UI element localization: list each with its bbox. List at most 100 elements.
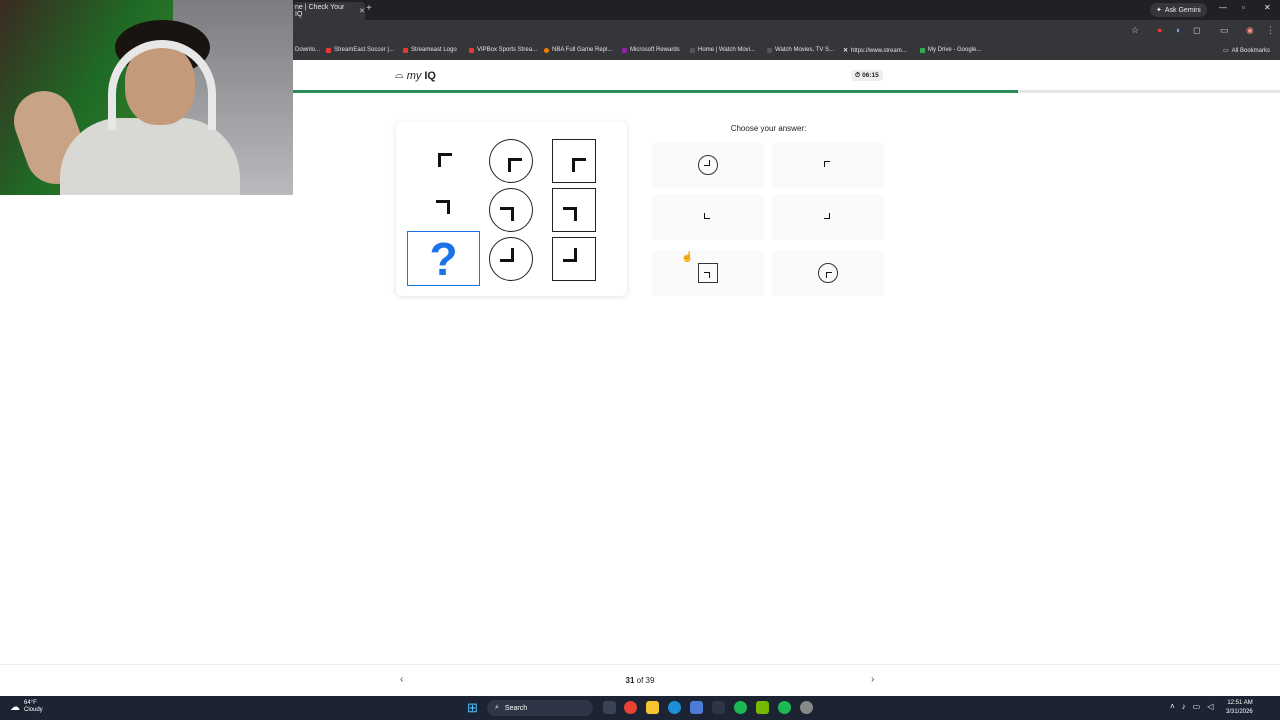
bookmark-item[interactable]: StreamEast Soccer |... — [326, 47, 394, 53]
myiq-logo[interactable]: ⌓ my IQ — [395, 69, 436, 82]
edge-icon[interactable] — [668, 701, 681, 714]
question-total: of 39 — [634, 676, 655, 685]
answer-option[interactable] — [652, 194, 764, 240]
answer-option[interactable] — [772, 142, 884, 188]
folder-icon: ▭ — [1223, 48, 1229, 54]
matrix-cell-circle — [488, 138, 534, 184]
close-window-icon[interactable]: ✕ — [1264, 3, 1271, 12]
windows-taskbar: ☁ 64°F Cloudy ⊞ ⌕ Search ˄ ♪ ▭ ◁ 12:51 A… — [0, 696, 1280, 720]
system-tray: ˄ ♪ ▭ ◁ — [1170, 702, 1213, 711]
corner-stroke — [500, 248, 514, 262]
bookmark-item[interactable]: ✕ https://www.stream... — [843, 47, 907, 55]
bookmark-favicon-icon — [403, 47, 408, 53]
chevron-up-icon[interactable]: ˄ — [1170, 702, 1175, 711]
answer-circle-shape — [698, 155, 718, 175]
bookmark-item[interactable]: Home | Watch Movi... — [690, 47, 755, 53]
answer-line-shape — [704, 213, 712, 221]
corner-stroke — [438, 153, 452, 167]
hand-cursor-icon: ☝ — [681, 252, 694, 263]
microphone-icon[interactable]: ♪ — [1182, 702, 1186, 711]
system-clock[interactable]: 12:51 AM 3/31/2026 — [1226, 699, 1253, 717]
bookmark-item[interactable]: Streameast Logo — [403, 47, 457, 53]
answer-line-shape — [824, 161, 832, 169]
bookmark-favicon-icon — [469, 47, 474, 53]
task-view-icon[interactable] — [603, 701, 616, 714]
extension-icon[interactable]: ● — [1157, 25, 1162, 35]
ask-gemini-label: Ask Gemini — [1164, 6, 1201, 14]
matrix-cell-line — [421, 185, 467, 231]
corner-stroke — [563, 248, 577, 262]
answer-option[interactable] — [772, 194, 884, 240]
menu-icon[interactable]: ⋮ — [1266, 25, 1275, 36]
sparkle-icon: ✦ — [1156, 7, 1162, 14]
all-bookmarks-button[interactable]: ▭ All Bookmarks — [1223, 47, 1270, 55]
answer-line-shape — [824, 213, 832, 221]
browser-tab[interactable]: ne | Check Your IQ ✕ — [293, 2, 365, 20]
app-icon[interactable] — [800, 701, 813, 714]
bookmark-item[interactable]: NBA Full Game Repl... — [544, 47, 612, 53]
profile-icon[interactable]: ◉ — [1246, 25, 1254, 36]
bookmark-item[interactable]: Downlo... — [295, 47, 320, 53]
bookmark-favicon-icon — [326, 47, 331, 53]
taskbar-search[interactable]: ⌕ Search — [487, 700, 593, 716]
bookmark-favicon-icon — [622, 47, 627, 53]
search-label: Search — [504, 704, 528, 712]
spotify-icon[interactable] — [778, 701, 791, 714]
weather-widget[interactable]: ☁ 64°F Cloudy — [10, 700, 43, 714]
answer-option[interactable] — [652, 250, 764, 296]
weather-condition: Cloudy — [24, 707, 43, 713]
search-icon: ⌕ — [495, 704, 499, 711]
x-icon: ✕ — [843, 48, 849, 54]
audio-icon[interactable]: ◖ — [1175, 25, 1180, 35]
chrome-icon[interactable] — [624, 701, 637, 714]
star-icon[interactable]: ☆ — [1131, 25, 1139, 36]
spotify-icon[interactable] — [734, 701, 747, 714]
volume-icon[interactable]: ◁ — [1207, 702, 1213, 711]
maximize-icon[interactable]: ▫ — [1242, 3, 1245, 12]
stopwatch-icon: ⏱ — [855, 71, 861, 79]
minimize-icon[interactable]: — — [1219, 3, 1227, 12]
bookmark-item[interactable]: My Drive - Google... — [920, 47, 981, 53]
bookmark-item[interactable]: VIPBox Sports Strea... — [469, 47, 537, 53]
answer-option[interactable] — [652, 142, 764, 188]
clock-time: 12:51 AM — [1227, 700, 1253, 706]
progress-bar-fill — [293, 90, 1019, 93]
ask-gemini-button[interactable]: ✦ Ask Gemini — [1150, 3, 1207, 17]
cloudy-weather-icon: ☁ — [10, 701, 20, 713]
matrix-cell-square — [551, 138, 597, 184]
matrix-cell-square — [551, 187, 597, 233]
bookmark-item[interactable]: Watch Movies, TV S... — [767, 47, 834, 53]
bookmark-favicon-icon — [767, 47, 772, 53]
sidepanel-icon[interactable]: ▭ — [1220, 25, 1229, 36]
progress-bar — [293, 90, 1280, 93]
previous-question-button[interactable]: ‹ — [400, 674, 403, 685]
weather-temperature: 64°F — [24, 700, 37, 706]
answer-option[interactable] — [772, 250, 884, 296]
logo-suffix: IQ — [424, 69, 436, 82]
close-icon[interactable]: ✕ — [359, 7, 365, 15]
bookmark-item[interactable]: Microsoft Rewards — [622, 47, 680, 53]
next-question-button[interactable]: › — [871, 674, 874, 685]
corner-stroke — [563, 207, 577, 221]
windows-start-icon[interactable]: ⊞ — [467, 700, 478, 716]
tab-title: ne | Check Your IQ — [295, 4, 345, 18]
timer-badge: ⏱ 06:15 — [851, 70, 883, 81]
app-header: ⌓ my IQ ⏱ 06:15 — [293, 60, 1280, 91]
puzzle-icon[interactable]: ◻ — [1193, 25, 1200, 36]
clock-date: 3/31/2026 — [1226, 709, 1253, 715]
matrix-cell-circle — [488, 236, 534, 282]
app-icon[interactable] — [690, 701, 703, 714]
puzzle-matrix: ? — [396, 122, 627, 296]
bookmark-favicon-icon — [544, 47, 549, 53]
answer-square-shape — [698, 263, 718, 283]
question-mark: ? — [429, 232, 458, 285]
corner-stroke — [436, 200, 450, 214]
store-icon[interactable] — [712, 701, 725, 714]
nvidia-icon[interactable] — [756, 701, 769, 714]
display-icon[interactable]: ▭ — [1193, 702, 1201, 711]
matrix-cell-square — [551, 236, 597, 282]
question-pager: ‹ 31 of 39 › — [0, 664, 1280, 696]
new-tab-button[interactable]: + — [366, 3, 372, 14]
file-explorer-icon[interactable] — [646, 701, 659, 714]
question-counter: 31 of 39 — [600, 676, 680, 685]
